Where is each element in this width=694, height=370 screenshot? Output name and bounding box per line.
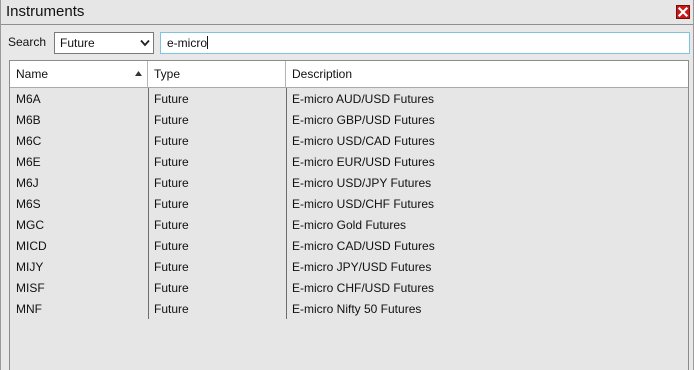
sort-ascending-icon (135, 71, 142, 76)
table-row[interactable]: MISF Future E-micro CHF/USD Futures (10, 277, 688, 298)
search-query: e-micro (167, 36, 208, 50)
table-header: Name Type Description (10, 61, 688, 88)
chevron-down-icon (140, 39, 150, 47)
close-icon (677, 6, 689, 18)
close-button[interactable] (676, 5, 690, 19)
table-row[interactable]: MNF Future E-micro Nifty 50 Futures (10, 298, 688, 319)
instruments-window: Instruments Search Future e-micro Name T… (0, 0, 694, 370)
column-header-description[interactable]: Description (286, 61, 688, 87)
search-label: Search (8, 35, 47, 49)
table-row[interactable]: M6C Future E-micro USD/CAD Futures (10, 130, 688, 151)
column-header-name[interactable]: Name (10, 61, 148, 87)
table-row[interactable]: M6S Future E-micro USD/CHF Futures (10, 193, 688, 214)
instrument-type-value: Future (60, 36, 95, 50)
table-row[interactable]: MICD Future E-micro CAD/USD Futures (10, 235, 688, 256)
search-bar: Search Future e-micro (1, 30, 693, 56)
search-input[interactable]: e-micro (160, 32, 690, 54)
table-row[interactable]: M6A Future E-micro AUD/USD Futures (10, 88, 688, 109)
text-caret (207, 36, 209, 49)
instruments-table: Name Type Description M6A Future E-micro… (9, 60, 689, 370)
title-bar[interactable]: Instruments (1, 0, 693, 25)
table-row[interactable]: M6E Future E-micro EUR/USD Futures (10, 151, 688, 172)
table-row[interactable]: MGC Future E-micro Gold Futures (10, 214, 688, 235)
table-body: M6A Future E-micro AUD/USD Futures M6B F… (10, 88, 688, 319)
table-row[interactable]: M6B Future E-micro GBP/USD Futures (10, 109, 688, 130)
table-row[interactable]: MIJY Future E-micro JPY/USD Futures (10, 256, 688, 277)
column-header-type[interactable]: Type (148, 61, 286, 87)
window-title: Instruments (6, 3, 85, 20)
table-row[interactable]: M6J Future E-micro USD/JPY Futures (10, 172, 688, 193)
instrument-type-select[interactable]: Future (54, 32, 154, 54)
